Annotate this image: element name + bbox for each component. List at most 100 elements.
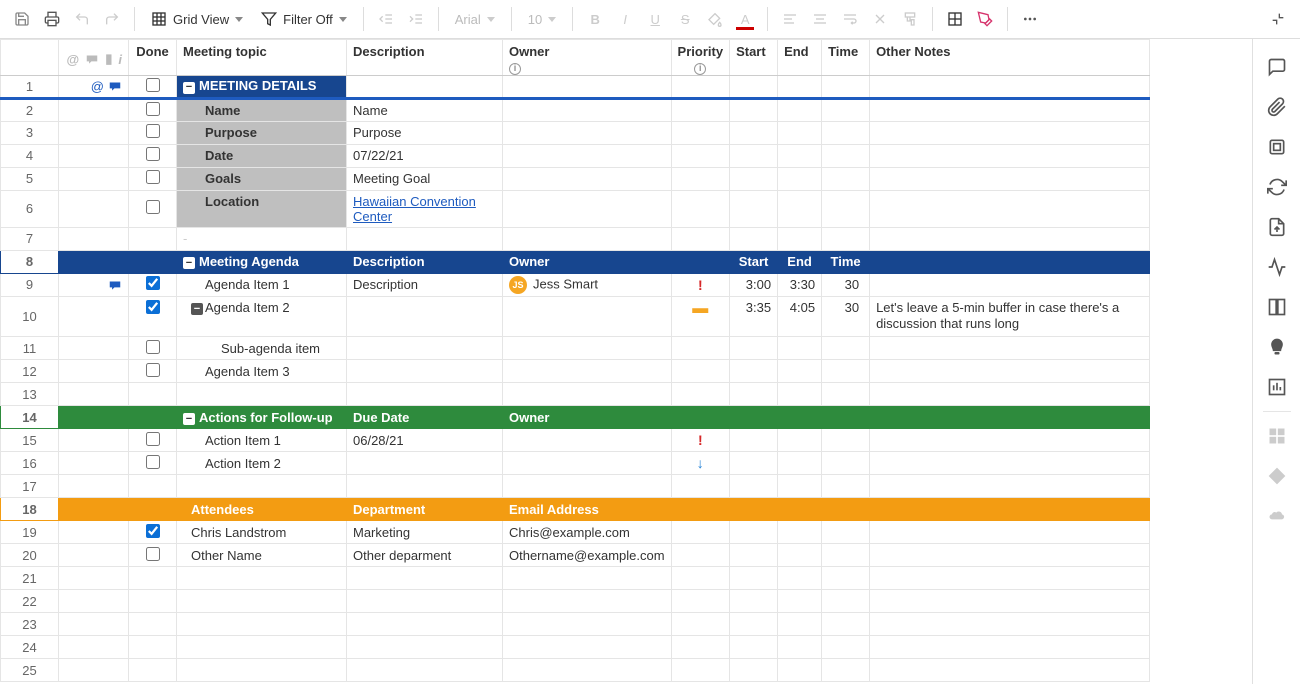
toolbar: Grid View Filter Off Arial 10 B I U S A bbox=[0, 0, 1300, 39]
caret-down-icon bbox=[339, 17, 347, 22]
done-checkbox[interactable] bbox=[146, 432, 160, 446]
publish-icon[interactable] bbox=[1257, 207, 1297, 247]
priority-high-icon: ! bbox=[698, 277, 703, 293]
row-25[interactable]: 25 bbox=[1, 659, 1150, 682]
attachment-icon[interactable]: @ bbox=[91, 79, 104, 94]
fill-color-icon bbox=[701, 5, 729, 33]
row-1[interactable]: 1 @ −MEETING DETAILS bbox=[1, 75, 1150, 98]
done-checkbox[interactable] bbox=[146, 363, 160, 377]
row-12[interactable]: 12 Agenda Item 3 bbox=[1, 360, 1150, 383]
redo-icon[interactable] bbox=[98, 5, 126, 33]
row-3[interactable]: 3 Purpose Purpose bbox=[1, 121, 1150, 144]
font-color-icon: A bbox=[731, 5, 759, 33]
done-checkbox[interactable] bbox=[146, 300, 160, 314]
column-header-row: @ ▮ i Done Meeting topic Description Own… bbox=[1, 40, 1150, 76]
col-notes[interactable]: Other Notes bbox=[870, 40, 1150, 76]
col-owner[interactable]: Owneri bbox=[503, 40, 672, 76]
col-priority[interactable]: Priorityi bbox=[671, 40, 730, 76]
right-rail bbox=[1252, 39, 1300, 684]
brandfolder-icon[interactable] bbox=[1257, 327, 1297, 367]
row-21[interactable]: 21 bbox=[1, 567, 1150, 590]
row-5[interactable]: 5 Goals Meeting Goal bbox=[1, 167, 1150, 190]
strikethrough-icon: S bbox=[671, 5, 699, 33]
undo-icon[interactable] bbox=[68, 5, 96, 33]
col-desc[interactable]: Description bbox=[347, 40, 503, 76]
row-11[interactable]: 11 Sub-agenda item bbox=[1, 337, 1150, 360]
font-family-dropdown: Arial bbox=[447, 5, 503, 33]
row-9[interactable]: 9 Agenda Item 1 Description JSJess Smart… bbox=[1, 273, 1150, 296]
comment-icon[interactable] bbox=[108, 278, 122, 292]
row-4[interactable]: 4 Date 07/22/21 bbox=[1, 144, 1150, 167]
view-dropdown[interactable]: Grid View bbox=[143, 5, 251, 33]
row-16[interactable]: 16 Action Item 2 ↓ bbox=[1, 452, 1150, 475]
done-checkbox[interactable] bbox=[146, 200, 160, 214]
row-20[interactable]: 20 Other Name Other deparment Othername@… bbox=[1, 544, 1150, 567]
align-left-icon bbox=[776, 5, 804, 33]
row-7[interactable]: 7- bbox=[1, 227, 1150, 250]
priority-med-icon: ▬ bbox=[692, 300, 708, 317]
done-checkbox[interactable] bbox=[146, 276, 160, 290]
row-22[interactable]: 22 bbox=[1, 590, 1150, 613]
row-24[interactable]: 24 bbox=[1, 636, 1150, 659]
summary-icon[interactable] bbox=[1257, 287, 1297, 327]
row-23[interactable]: 23 bbox=[1, 613, 1150, 636]
reminder-header-icon[interactable]: ▮ bbox=[105, 51, 112, 67]
done-checkbox[interactable] bbox=[146, 455, 160, 469]
col-time[interactable]: Time bbox=[822, 40, 870, 76]
col-done[interactable]: Done bbox=[129, 40, 177, 76]
row-10[interactable]: 10 −Agenda Item 2 ▬ 3:35 4:05 30 Let's l… bbox=[1, 296, 1150, 337]
more-icon[interactable] bbox=[1016, 5, 1044, 33]
done-checkbox[interactable] bbox=[146, 340, 160, 354]
collapse-toggle-icon[interactable]: − bbox=[191, 303, 203, 315]
collapse-toggle-icon[interactable]: − bbox=[183, 82, 195, 94]
row-13[interactable]: 13 bbox=[1, 383, 1150, 406]
row-14[interactable]: 14 −Actions for Follow-up Due Date Owner bbox=[1, 406, 1150, 429]
comment-icon[interactable] bbox=[108, 79, 122, 93]
grid-widget-icon[interactable] bbox=[1257, 416, 1297, 456]
col-end[interactable]: End bbox=[778, 40, 822, 76]
conversations-icon[interactable] bbox=[1257, 47, 1297, 87]
print-icon[interactable] bbox=[38, 5, 66, 33]
row-18[interactable]: 18 Attendees Department Email Address bbox=[1, 498, 1150, 521]
proofs-icon[interactable] bbox=[1257, 127, 1297, 167]
done-checkbox[interactable] bbox=[146, 78, 160, 92]
comment-header-icon[interactable] bbox=[85, 52, 99, 66]
row-2[interactable]: 2 Name Name bbox=[1, 98, 1150, 121]
collapse-toggle-icon[interactable]: − bbox=[183, 413, 195, 425]
attachments-icon[interactable] bbox=[1257, 87, 1297, 127]
done-checkbox[interactable] bbox=[146, 547, 160, 561]
salesforce-icon[interactable] bbox=[1257, 496, 1297, 536]
row-15[interactable]: 15 Action Item 1 06/28/21 ! bbox=[1, 429, 1150, 452]
row-6[interactable]: 6 Location Hawaiian Convention Center bbox=[1, 190, 1150, 227]
row-17[interactable]: 17 bbox=[1, 475, 1150, 498]
row-19[interactable]: 19 Chris Landstrom Marketing Chris@examp… bbox=[1, 521, 1150, 544]
caret-down-icon bbox=[235, 17, 243, 22]
jira-icon[interactable] bbox=[1257, 456, 1297, 496]
format-painter-icon bbox=[896, 5, 924, 33]
location-link[interactable]: Hawaiian Convention Center bbox=[353, 194, 476, 224]
highlight-icon[interactable] bbox=[971, 5, 999, 33]
save-icon[interactable] bbox=[8, 5, 36, 33]
priority-low-icon: ↓ bbox=[697, 455, 704, 471]
chart-widget-icon[interactable] bbox=[1257, 367, 1297, 407]
activity-log-icon[interactable] bbox=[1257, 247, 1297, 287]
conditional-format-icon[interactable] bbox=[941, 5, 969, 33]
filter-dropdown[interactable]: Filter Off bbox=[253, 5, 355, 33]
collapse-icon[interactable] bbox=[1264, 5, 1292, 33]
underline-icon: U bbox=[641, 5, 669, 33]
collapse-toggle-icon[interactable]: − bbox=[183, 257, 195, 269]
done-checkbox[interactable] bbox=[146, 147, 160, 161]
update-requests-icon[interactable] bbox=[1257, 167, 1297, 207]
col-topic[interactable]: Meeting topic bbox=[177, 40, 347, 76]
col-start[interactable]: Start bbox=[730, 40, 778, 76]
done-checkbox[interactable] bbox=[146, 170, 160, 184]
font-size-dropdown: 10 bbox=[520, 5, 564, 33]
grid[interactable]: @ ▮ i Done Meeting topic Description Own… bbox=[0, 39, 1252, 684]
done-checkbox[interactable] bbox=[146, 124, 160, 138]
attachment-header-icon[interactable]: @ bbox=[67, 52, 80, 67]
done-checkbox[interactable] bbox=[146, 102, 160, 116]
info-header-icon[interactable]: i bbox=[118, 52, 122, 67]
wrap-text-icon bbox=[836, 5, 864, 33]
row-8[interactable]: 8 −Meeting Agenda Description Owner Star… bbox=[1, 250, 1150, 273]
done-checkbox[interactable] bbox=[146, 524, 160, 538]
